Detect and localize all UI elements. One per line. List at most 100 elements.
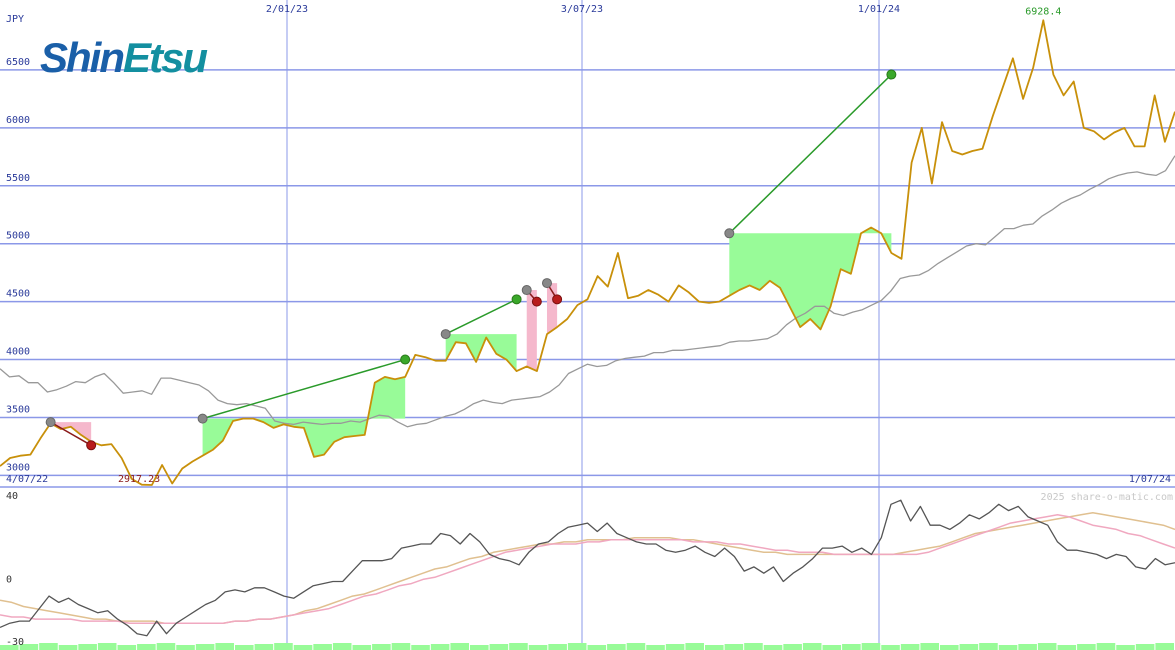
osc-tick-label: 40 (6, 491, 18, 502)
logo-right: Etsu (123, 34, 208, 81)
volume-bar (1155, 643, 1174, 650)
volume-bar (861, 643, 881, 650)
volume-bar (156, 643, 176, 650)
volume-bar (195, 644, 215, 650)
volume-bar (1116, 645, 1135, 650)
volume-bar (215, 643, 234, 650)
osc-tan-line (0, 511, 1175, 624)
volume-bar (959, 644, 979, 650)
volume-bar (1096, 643, 1116, 650)
x-tick-label: 2/01/23 (266, 4, 308, 15)
trade-exit-marker (511, 294, 522, 305)
trade-fills (50, 227, 892, 457)
gain-area (729, 227, 892, 330)
volume-bar (685, 643, 704, 650)
trade-line (445, 298, 517, 335)
volume-bar (587, 645, 607, 650)
logo-left: Shin (40, 34, 125, 81)
watermark: 2025 share-o-matic.com (1041, 492, 1173, 503)
volume-bar (842, 644, 861, 650)
price-chart: 3000 3500 4000 4500 5000 5500 6000 6500 2/01/23 3… (0, 0, 1175, 650)
volume-bar (1057, 645, 1077, 650)
trade-line (728, 74, 892, 234)
volume-bar (920, 643, 939, 650)
volume-bar (78, 644, 97, 650)
trade-exit-marker (886, 69, 897, 80)
trade-exit-marker (531, 296, 542, 307)
gain-area (445, 334, 517, 372)
y-tick-label: 5500 (6, 173, 30, 184)
trade-entry-marker (724, 228, 735, 239)
volume-bar (998, 645, 1018, 650)
y-tick-label: 3000 (6, 462, 30, 473)
x-tick-label: 3/07/23 (561, 4, 603, 15)
volume-bar (509, 643, 528, 650)
volume-bar (176, 645, 195, 650)
end-date-label: 1/07/24 (1129, 474, 1171, 485)
volume-bar (607, 644, 626, 650)
volume-bar (137, 644, 156, 650)
benchmark-line (0, 155, 1175, 428)
volume-bar (646, 645, 665, 650)
trade-exit-marker (400, 354, 411, 365)
trade-entry-marker (440, 329, 451, 340)
volume-bar (900, 644, 920, 650)
volume-bar (567, 643, 587, 650)
volume-bar (391, 643, 411, 650)
volume-bar (450, 643, 469, 650)
max-price-label: 6928.4 (1025, 6, 1061, 17)
volume-bar (1037, 643, 1057, 650)
osc-main-line (0, 499, 1175, 637)
price-line (0, 19, 1175, 486)
volume-bar (332, 643, 352, 650)
y-tick-label: 4500 (6, 289, 30, 300)
volume-bar (881, 645, 900, 650)
volume-bar (470, 645, 489, 650)
volume-bar (783, 644, 802, 650)
volume-bar (705, 645, 724, 650)
volume-bar (548, 644, 567, 650)
volume-bar (235, 645, 254, 650)
volume-bar (763, 645, 783, 650)
shin-etsu-logo: ShinEtsu (40, 34, 208, 82)
y-tick-label: 6500 (6, 57, 30, 68)
y-tick-label: 6000 (6, 115, 30, 126)
volume-bar (665, 644, 685, 650)
trade-exit-marker (86, 440, 97, 451)
volume-bar (822, 645, 842, 650)
volume-bar (352, 645, 372, 650)
volume-bar (979, 643, 998, 650)
volume-bar (1135, 644, 1155, 650)
volume-bar (626, 643, 646, 650)
y-tick-label: 3500 (6, 404, 30, 415)
osc-tick-label: 0 (6, 574, 12, 585)
volume-bar (744, 643, 763, 650)
volume-bar (528, 645, 548, 650)
y-tick-label: 5000 (6, 231, 30, 242)
y-axis-unit: JPY (6, 14, 24, 25)
volume-bar (58, 645, 78, 650)
volume-bar (97, 643, 117, 650)
volume-bar (254, 644, 274, 650)
trade-entry-marker (521, 285, 532, 296)
volume-bar (293, 645, 313, 650)
volume-bar (724, 644, 744, 650)
volume-bar (313, 644, 332, 650)
volume-bar (430, 644, 450, 650)
volume-bar (1077, 644, 1096, 650)
series-lines (0, 19, 1175, 486)
volume-bar (1018, 644, 1037, 650)
volume-bar (411, 645, 430, 650)
y-tick-label: 4000 (6, 347, 30, 358)
trade-entry-marker (541, 278, 552, 289)
start-date-label: 4/07/22 (6, 474, 48, 485)
min-price-label: 2917.23 (118, 474, 160, 485)
osc-tick-label: -30 (6, 637, 24, 648)
volume-bar (274, 643, 293, 650)
trade-entry-marker (197, 413, 208, 424)
volume-bar (802, 643, 822, 650)
volume-bar (117, 645, 137, 650)
oscillator-panel (0, 499, 1175, 650)
osc-pink-line (0, 514, 1175, 624)
volume-bar (372, 644, 391, 650)
